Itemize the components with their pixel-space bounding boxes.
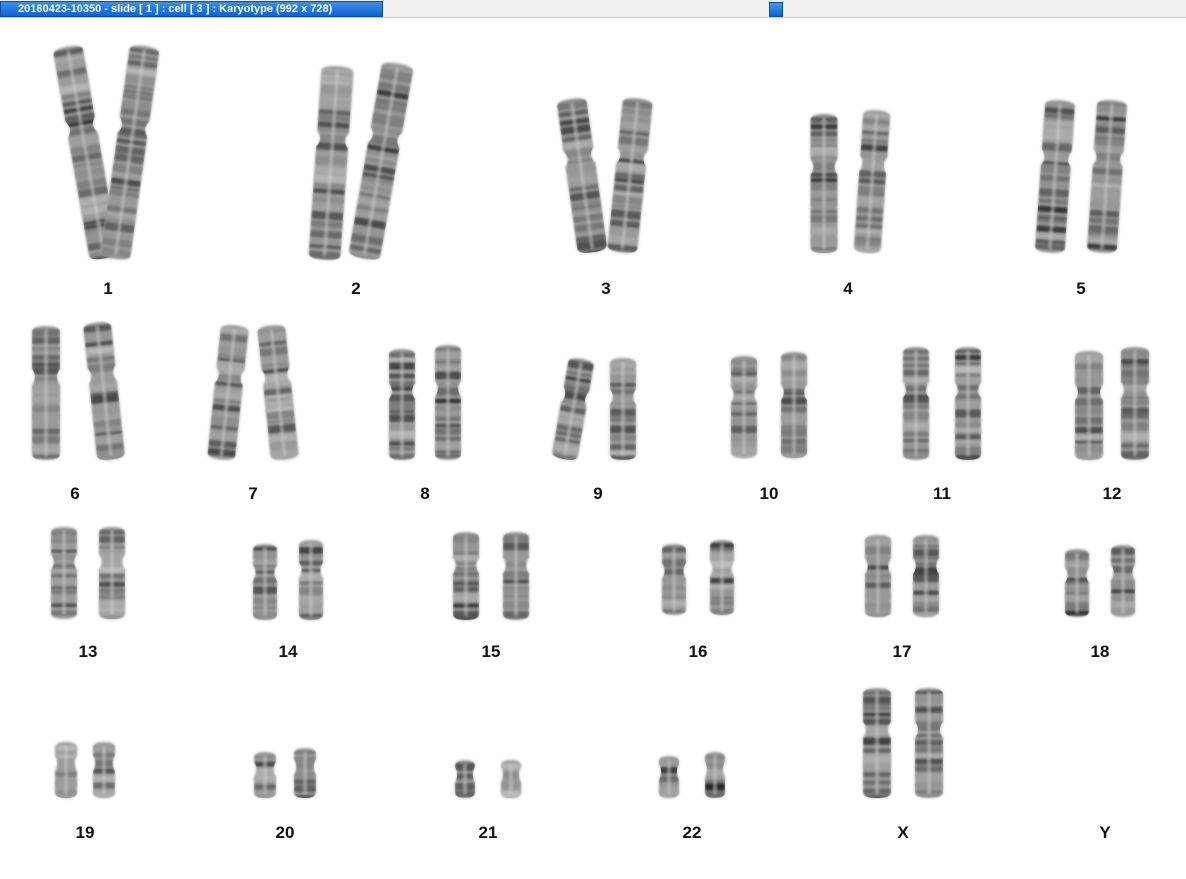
chromosome-label-1: 1	[103, 279, 113, 298]
chromosome-6-a	[32, 326, 60, 460]
chromosome-label-x: X	[897, 823, 909, 842]
chromosome-17-b	[913, 535, 939, 617]
chromosome-label-19: 19	[75, 823, 95, 842]
chromosome-18-b	[1111, 545, 1135, 617]
chromosome-label-14: 14	[278, 642, 298, 661]
chromosome-4-a	[810, 114, 838, 253]
chromosome-10-b	[781, 352, 807, 458]
chromosome-label-3: 3	[601, 279, 611, 298]
karyotype-image	[32, 45, 1149, 798]
chromosome-11-b	[955, 347, 981, 460]
chromosome-11-a	[903, 347, 929, 460]
chromosome-16-a	[662, 544, 686, 615]
chromosome-3-a	[556, 98, 608, 255]
chromosome-label-17: 17	[892, 642, 912, 661]
chromosome-14-a	[253, 544, 277, 620]
chromosome-22-b	[705, 752, 725, 798]
chromosome-21-a	[455, 760, 475, 798]
chromosome-label-4: 4	[843, 279, 853, 298]
chromosome-pair-11	[903, 347, 981, 460]
chromosome-pair-13	[51, 527, 125, 619]
chromosome-7-b	[257, 325, 299, 460]
chromosome-label-7: 7	[248, 484, 258, 503]
chromosome-12-b	[1121, 347, 1149, 460]
chromosome-7-a	[207, 325, 249, 460]
chromosome-label-10: 10	[759, 484, 779, 503]
chromosome-label-13: 13	[78, 642, 98, 661]
chromosome-18-a	[1065, 549, 1089, 617]
chromosome-x-a	[863, 688, 891, 798]
chromosome-6-b	[83, 322, 126, 462]
chromosome-pair-20	[254, 748, 316, 798]
chromosome-x-b	[915, 688, 943, 798]
chromosome-pair-21	[455, 760, 521, 798]
chromosome-14-b	[299, 540, 323, 620]
chromosome-4-b	[853, 110, 891, 254]
chromosome-19-b	[93, 742, 115, 798]
chromosome-label-20: 20	[275, 823, 295, 842]
chromosome-label-11: 11	[933, 484, 951, 503]
chromosome-label-21: 21	[478, 823, 498, 842]
chromosome-10-a	[731, 356, 757, 458]
chromosome-17-a	[865, 535, 891, 617]
chromosome-label-22: 22	[682, 823, 702, 842]
chromosome-20-b	[294, 748, 316, 798]
chromosome-label-9: 9	[593, 484, 603, 503]
chromosome-label-16: 16	[688, 642, 708, 661]
chromosome-pair-14	[253, 540, 323, 620]
chromosome-label-8: 8	[420, 484, 430, 503]
chromosome-13-b	[99, 527, 125, 619]
chromosome-label-6: 6	[70, 484, 80, 503]
chromosome-8-b	[435, 345, 461, 460]
chromosome-15-a	[453, 532, 479, 620]
chromosome-21-b	[501, 760, 521, 798]
chromosome-pair-6	[32, 322, 126, 462]
chromosome-label-2: 2	[351, 279, 361, 298]
chromosome-5-b	[1086, 100, 1128, 253]
chromosome-pair-10	[731, 352, 807, 458]
chromosome-label-12: 12	[1102, 484, 1122, 503]
chromosome-pair-18	[1065, 545, 1135, 617]
chromosome-label-5: 5	[1076, 279, 1086, 298]
chromosome-pair-5	[1034, 100, 1128, 253]
chromosome-pair-12	[1075, 347, 1149, 460]
chromosome-pair-22	[659, 752, 725, 798]
chromosome-2-b	[348, 62, 414, 262]
chromosome-label-y: Y	[1099, 823, 1111, 842]
chromosome-12-a	[1075, 351, 1103, 460]
chromosome-label-15: 15	[481, 642, 501, 661]
chromosome-5-a	[1034, 100, 1076, 253]
chromosome-22-a	[659, 756, 679, 798]
chromosome-pair-3	[556, 98, 653, 255]
chromosome-13-a	[51, 527, 77, 619]
chromosome-9-a	[551, 358, 595, 462]
chromosome-pair-19	[55, 742, 115, 798]
chromosome-1-b	[100, 45, 160, 260]
chromosome-pair-16	[662, 540, 734, 615]
chromosome-pair-7	[207, 325, 299, 460]
chromosome-2-a	[308, 66, 354, 261]
chromosome-8-a	[389, 349, 415, 460]
chromosome-pair-17	[865, 535, 939, 617]
chromosome-15-b	[503, 532, 529, 620]
chromosome-20-a	[254, 752, 276, 798]
chromosome-pair-9	[551, 358, 636, 462]
chromosome-label-18: 18	[1090, 642, 1110, 661]
chromosome-19-a	[55, 742, 77, 798]
chromosome-16-b	[710, 540, 734, 615]
chromosome-pair-2	[308, 62, 414, 262]
chromosome-3-b	[607, 98, 653, 253]
chromosome-pair-x	[863, 688, 943, 798]
chromosome-9-b	[610, 358, 636, 460]
chromosome-pair-4	[810, 110, 891, 254]
chromosome-pair-15	[453, 532, 529, 620]
chromosome-pair-1	[53, 45, 160, 261]
chromosome-pair-8	[389, 345, 461, 460]
